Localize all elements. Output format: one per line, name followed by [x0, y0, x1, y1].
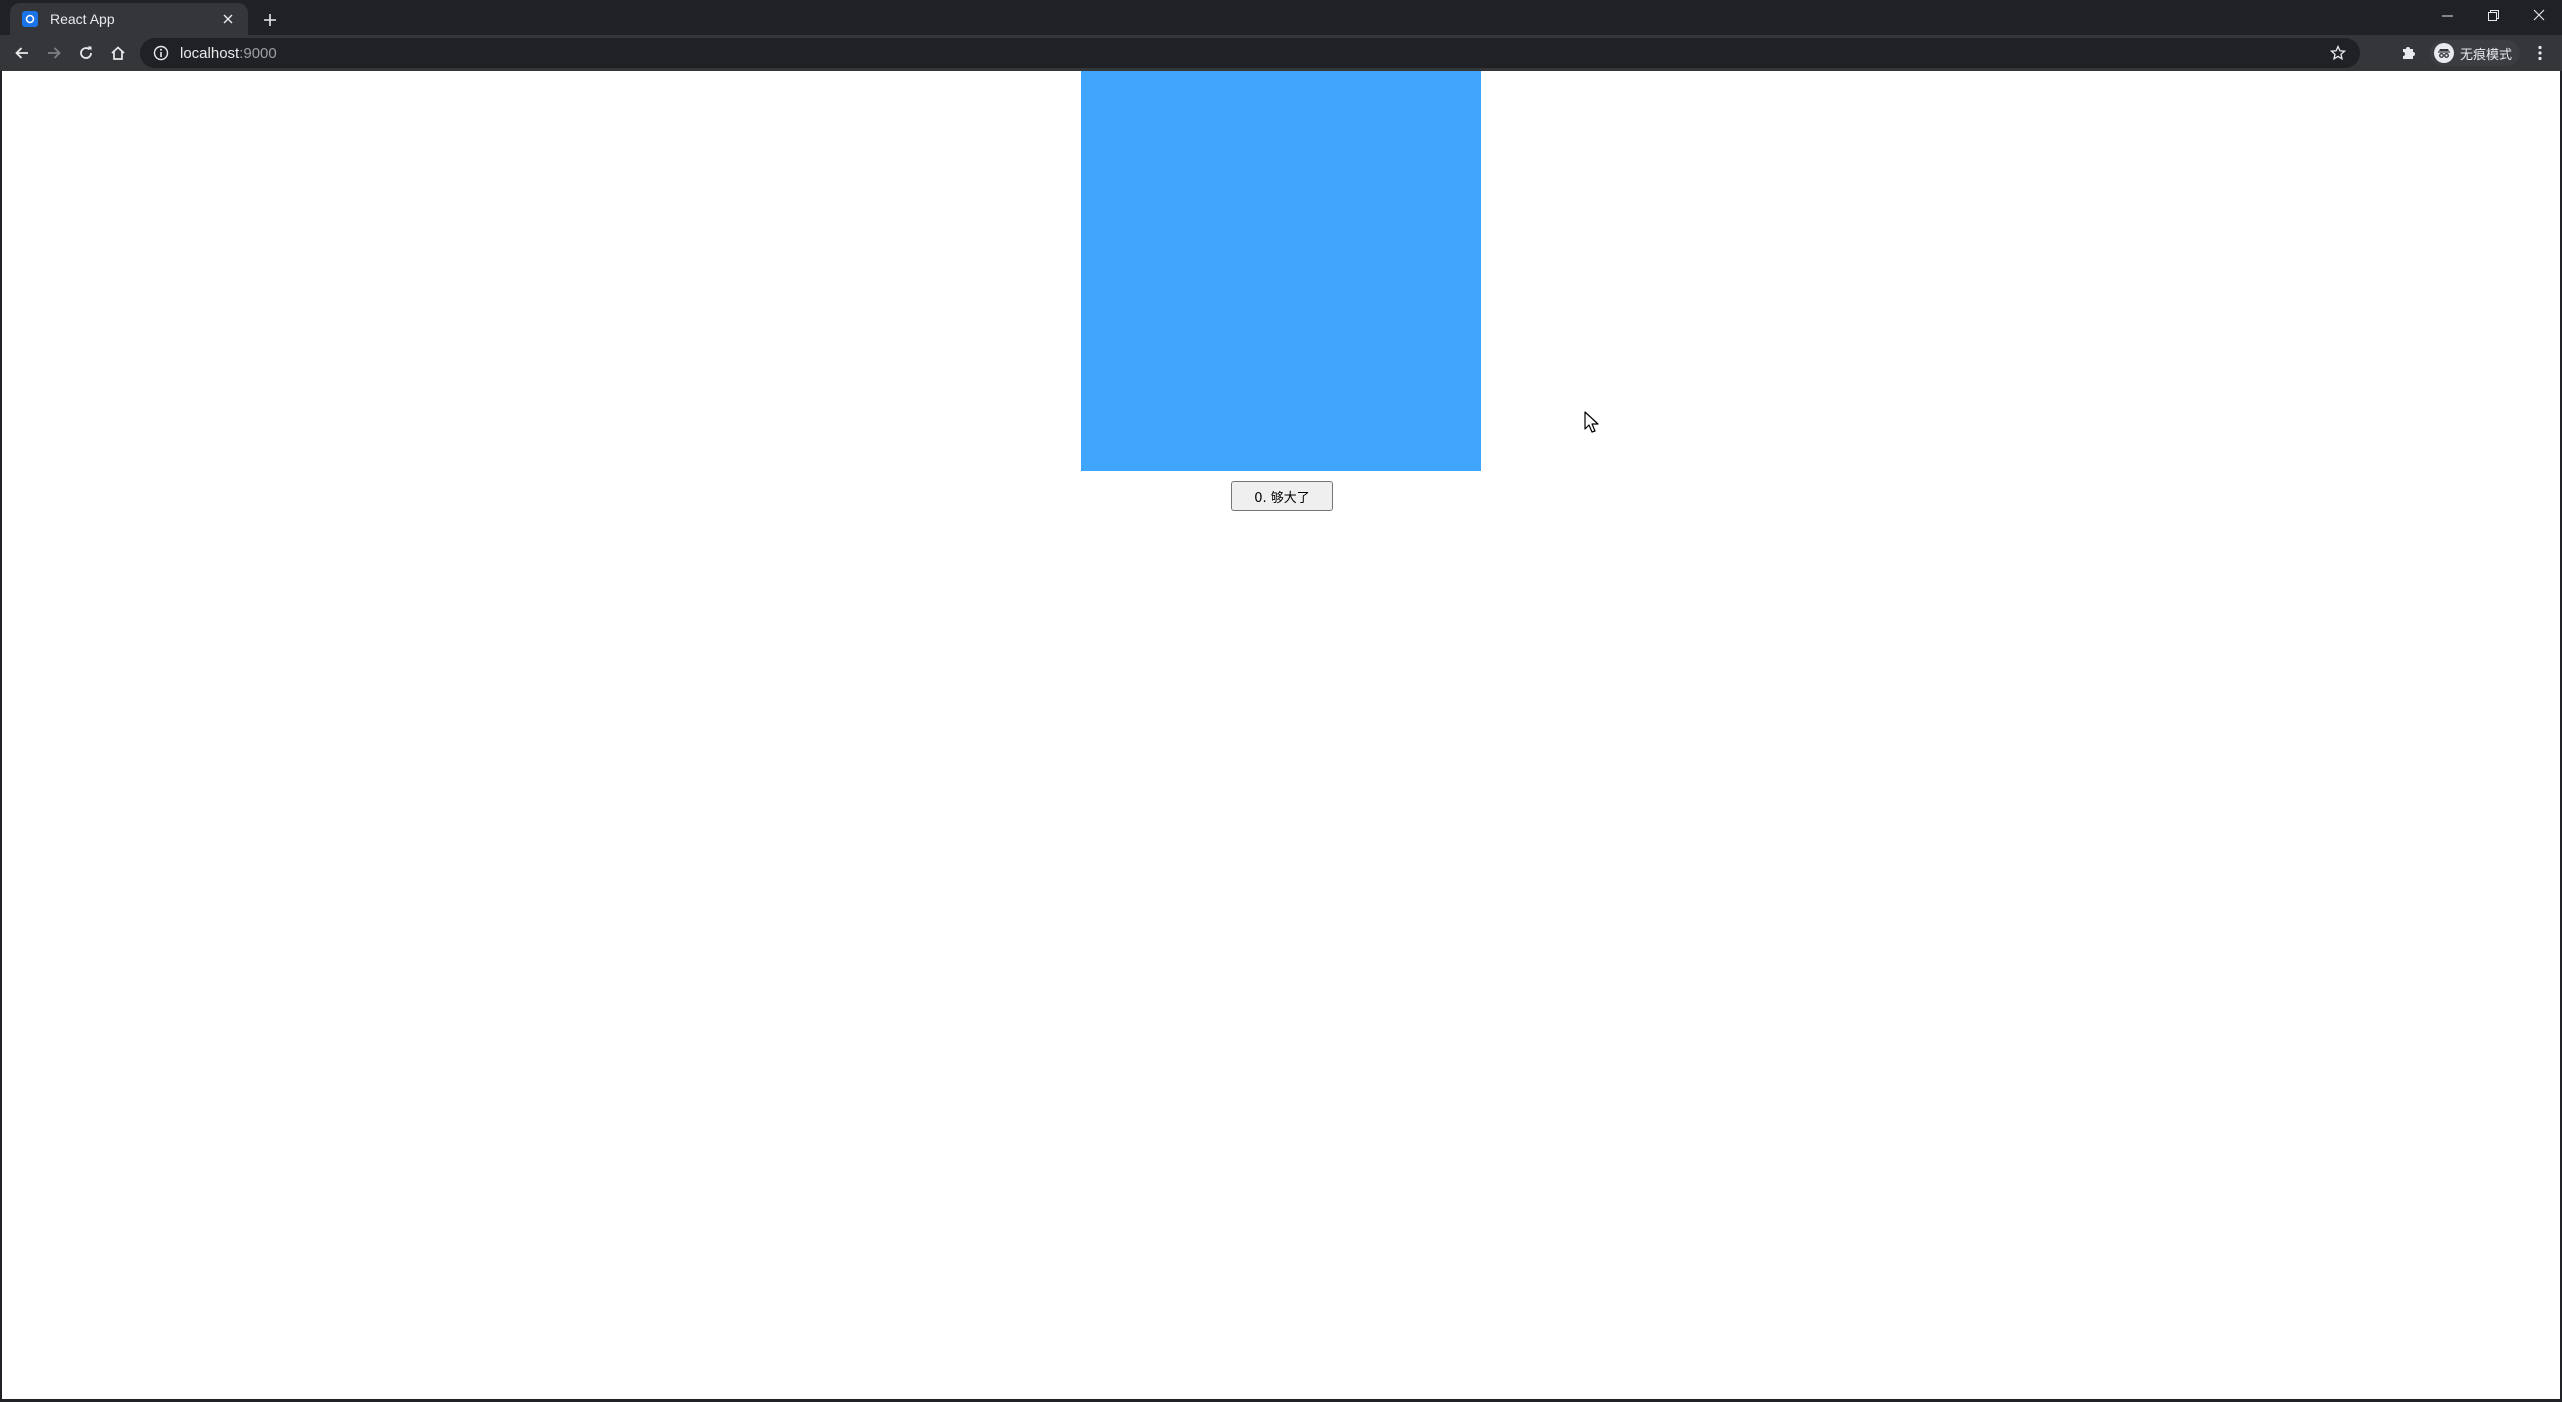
new-tab-button[interactable] [256, 6, 284, 34]
home-icon [111, 46, 125, 60]
info-icon[interactable] [152, 44, 170, 62]
url-port: :9000 [239, 44, 277, 62]
close-window-button[interactable] [2516, 0, 2562, 30]
arrow-left-icon [15, 47, 28, 59]
home-button[interactable] [102, 37, 134, 69]
tab-title: React App [50, 11, 115, 27]
arrow-right-icon [48, 47, 61, 59]
puzzle-icon [2402, 47, 2415, 59]
incognito-icon [2433, 43, 2454, 63]
incognito-indicator[interactable]: 无痕模式 [2429, 40, 2520, 66]
forward-button[interactable] [38, 37, 70, 69]
close-icon[interactable] [218, 9, 238, 29]
url-text[interactable]: localhost:9000 [180, 45, 2326, 62]
window-controls [2424, 0, 2562, 30]
minimize-button[interactable] [2424, 0, 2470, 30]
bookmark-star-icon[interactable] [2326, 41, 2350, 65]
browser-menu-button[interactable] [2528, 39, 2552, 67]
url-host: localhost [180, 44, 240, 62]
close-window-icon [2533, 9, 2545, 21]
react-favicon-icon [22, 11, 38, 27]
restore-button[interactable] [2470, 0, 2516, 30]
toolbar-right: 无痕模式 [2394, 38, 2552, 68]
browser-window: React App localhost:9000 无痕模式 0. 够大了 [0, 0, 2562, 1402]
address-bar[interactable]: localhost:9000 [140, 38, 2360, 68]
kebab-menu-icon [2538, 45, 2542, 61]
page-content: 0. 够大了 [2, 71, 2560, 1399]
tab-react-app[interactable]: React App [10, 3, 248, 35]
extensions-button[interactable] [2394, 39, 2422, 67]
restore-icon [2487, 9, 2499, 21]
back-button[interactable] [6, 37, 38, 69]
browser-toolbar: localhost:9000 无痕模式 [0, 35, 2562, 71]
blue-square-box [1081, 71, 1481, 471]
tab-strip: React App [0, 0, 2562, 35]
incognito-label: 无痕模式 [2459, 46, 2512, 62]
reload-icon [80, 46, 92, 59]
reload-button[interactable] [70, 37, 102, 69]
mouse-cursor-icon [1584, 411, 1599, 433]
enlarge-button[interactable]: 0. 够大了 [1231, 481, 1333, 511]
plus-icon [264, 14, 276, 26]
minimize-icon [2441, 15, 2453, 16]
